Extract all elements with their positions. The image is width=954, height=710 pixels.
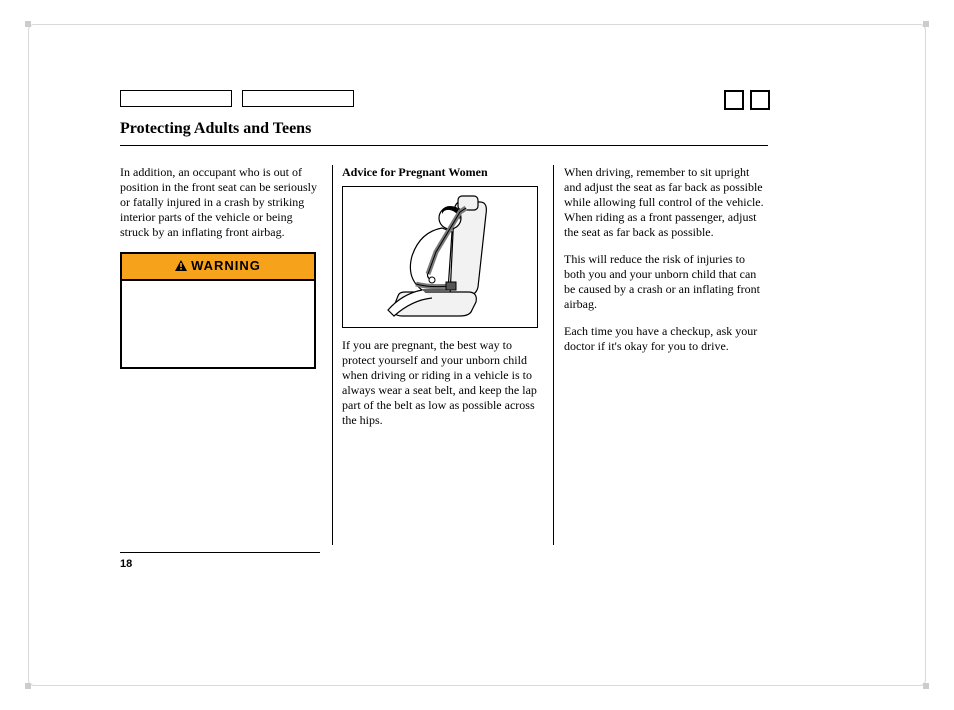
header-placeholder-box: [242, 90, 354, 107]
column-2: Advice for Pregnant Women: [342, 165, 546, 545]
footer-rule: [120, 552, 320, 553]
pregnant-woman-seatbelt-illustration: [342, 186, 538, 328]
warning-body: [122, 281, 314, 367]
header-placeholder-box: [120, 90, 232, 107]
column-3: When driving, remember to sit upright an…: [564, 165, 768, 545]
subheading: Advice for Pregnant Women: [342, 165, 546, 180]
body-text: If you are pregnant, the best way to pro…: [342, 338, 546, 428]
title-rule: [120, 145, 768, 146]
column-1: In addition, an occupant who is out of p…: [120, 165, 324, 545]
content-columns: In addition, an occupant who is out of p…: [120, 165, 768, 545]
warning-label: WARNING: [191, 258, 261, 273]
warning-box: WARNING: [120, 252, 316, 369]
warning-triangle-icon: [175, 259, 187, 275]
body-text: This will reduce the risk of injuries to…: [564, 252, 768, 312]
manual-page: Protecting Adults and Teens In addition,…: [0, 0, 954, 710]
body-text: Each time you have a checkup, ask your d…: [564, 324, 768, 354]
corner-mark: [25, 21, 31, 27]
corner-mark: [923, 21, 929, 27]
corner-mark: [923, 683, 929, 689]
header-marker-box: [750, 90, 770, 110]
header-marker-box: [724, 90, 744, 110]
page-number: 18: [120, 558, 132, 570]
warning-header: WARNING: [122, 254, 314, 281]
body-text: When driving, remember to sit upright an…: [564, 165, 768, 240]
corner-mark: [25, 683, 31, 689]
page-title: Protecting Adults and Teens: [120, 120, 311, 138]
body-text: In addition, an occupant who is out of p…: [120, 165, 324, 240]
